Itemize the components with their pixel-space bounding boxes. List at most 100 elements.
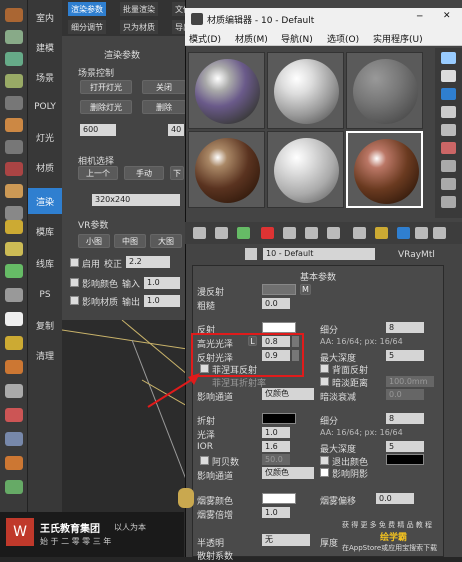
sun-icon[interactable]	[5, 312, 23, 326]
menu-material[interactable]: 材质(M)	[235, 32, 268, 45]
menu-mode[interactable]: 模式(D)	[189, 32, 221, 45]
tab-subdiv[interactable]: 细分调节	[68, 20, 106, 34]
plant-icon[interactable]	[5, 480, 23, 494]
scale-icon[interactable]	[5, 432, 23, 446]
minimize-icon[interactable]: ─	[417, 12, 422, 22]
dim-distance-checkbox[interactable]	[320, 377, 329, 386]
category-item[interactable]: 灯光	[28, 124, 62, 150]
translucent-select[interactable]: 无	[262, 534, 310, 546]
dim-distance-field[interactable]: 100.0mm	[386, 376, 434, 387]
roughness-field[interactable]: 0.0	[262, 298, 290, 309]
uv-tiling-icon[interactable]	[441, 106, 456, 118]
material-icon[interactable]	[5, 162, 23, 176]
glossiness-field[interactable]: 1.0	[262, 427, 290, 438]
ior-field[interactable]: 1.6	[262, 441, 290, 452]
tree-icon[interactable]	[5, 264, 23, 278]
refract-depth-field[interactable]: 5	[386, 441, 424, 452]
material-id-icon[interactable]	[353, 227, 366, 239]
small-image-button[interactable]: 小图	[78, 234, 110, 248]
fire-icon[interactable]	[5, 456, 23, 470]
max-depth-field[interactable]: 5	[386, 350, 424, 361]
sphere-icon[interactable]	[5, 184, 23, 198]
make-unique-icon[interactable]	[305, 227, 318, 239]
dim-falloff-field[interactable]: 0.0	[386, 389, 424, 400]
rollout-title[interactable]: 基本参数	[300, 270, 336, 283]
go-forward-icon[interactable]	[433, 227, 446, 239]
refract-subdiv-field[interactable]: 8	[386, 413, 424, 424]
fog-mult-field[interactable]: 1.0	[262, 507, 290, 518]
category-item[interactable]: 线库	[28, 250, 62, 276]
category-item[interactable]: POLY	[28, 94, 62, 120]
put-to-scene-icon[interactable]	[215, 227, 228, 239]
material-slot[interactable]	[267, 131, 344, 208]
prev-camera-button[interactable]: 上一个	[78, 166, 118, 180]
lights-off-button[interactable]: 关闭	[142, 80, 186, 94]
dots-icon[interactable]	[5, 384, 23, 398]
menu-navigation[interactable]: 导航(N)	[281, 32, 313, 45]
abbe-field[interactable]: 50.0	[262, 454, 290, 465]
medium-image-button[interactable]: 中图	[114, 234, 146, 248]
make-preview-icon[interactable]	[441, 142, 456, 154]
input-field[interactable]: 1.0	[144, 277, 180, 289]
bulb-icon[interactable]	[5, 336, 23, 350]
material-slot[interactable]	[346, 52, 423, 129]
close-icon[interactable]: ✕	[443, 11, 451, 21]
star-icon[interactable]	[5, 360, 23, 374]
category-item-active[interactable]: 渲染	[28, 188, 62, 214]
show-map-icon[interactable]	[375, 227, 388, 239]
affect-color-checkbox[interactable]	[70, 278, 79, 287]
delete-button[interactable]: 删除	[142, 100, 186, 114]
tab-material-only[interactable]: 只为材质	[120, 20, 158, 34]
teapot-icon[interactable]	[5, 8, 23, 22]
select-by-material-icon[interactable]	[441, 178, 456, 190]
enable-checkbox[interactable]	[70, 258, 79, 267]
output-field[interactable]: 1.0	[144, 295, 180, 307]
material-slot[interactable]	[267, 52, 344, 129]
grid-icon[interactable]	[5, 74, 23, 88]
camera-icon[interactable]	[5, 140, 23, 154]
material-map-navigator-icon[interactable]	[441, 196, 456, 208]
reset-icon[interactable]	[261, 227, 274, 239]
material-slot[interactable]	[188, 131, 265, 208]
category-item[interactable]: 复制	[28, 312, 62, 338]
fog-bias-field[interactable]: 0.0	[376, 493, 414, 504]
diffuse-swatch[interactable]	[262, 284, 296, 295]
material-slot-selected[interactable]	[346, 131, 423, 208]
spin-field[interactable]: 40	[168, 124, 184, 136]
affect-shadow-checkbox[interactable]	[320, 468, 329, 477]
correct-field[interactable]: 2.2	[126, 256, 170, 268]
exit-color-swatch[interactable]	[386, 454, 424, 465]
options-icon[interactable]	[441, 160, 456, 172]
box-icon[interactable]	[5, 52, 23, 66]
category-item[interactable]: 模库	[28, 218, 62, 244]
subdiv-field[interactable]: 8	[386, 322, 424, 333]
folder-icon[interactable]	[5, 220, 23, 234]
category-item[interactable]: 室内	[28, 4, 62, 30]
affect-channel2-select[interactable]: 仅颜色	[262, 467, 314, 479]
abbe-checkbox[interactable]	[200, 456, 209, 465]
render-icon[interactable]	[5, 30, 23, 44]
table-icon[interactable]	[5, 96, 23, 110]
category-item[interactable]: 材质	[28, 154, 62, 180]
backlight-icon[interactable]	[441, 70, 456, 82]
tab-batch-render[interactable]: 批量渲染	[120, 2, 158, 16]
refract-swatch[interactable]	[262, 413, 296, 424]
go-to-parent-icon[interactable]	[415, 227, 428, 239]
lights-on-button[interactable]: 打开灯光	[80, 80, 132, 94]
category-item[interactable]: PS	[28, 282, 62, 308]
put-to-library-icon[interactable]	[327, 227, 340, 239]
pin-icon[interactable]	[5, 408, 23, 422]
affect-material-checkbox[interactable]	[70, 296, 79, 305]
video-color-icon[interactable]	[441, 124, 456, 136]
get-material-icon[interactable]	[193, 227, 206, 239]
viewport-icon[interactable]	[5, 206, 23, 220]
wire-icon[interactable]	[5, 288, 23, 302]
menu-utilities[interactable]: 实用程序(U)	[373, 32, 423, 45]
copy-material-icon[interactable]	[283, 227, 296, 239]
tab-render-params[interactable]: 渲染参数	[68, 2, 106, 16]
affect-channel-select[interactable]: 仅颜色	[262, 388, 314, 400]
category-item[interactable]: 场景	[28, 64, 62, 90]
spin-field[interactable]: 600	[80, 124, 116, 136]
back-reflect-checkbox[interactable]	[320, 364, 329, 373]
next-camera-button[interactable]: 下	[170, 166, 184, 180]
